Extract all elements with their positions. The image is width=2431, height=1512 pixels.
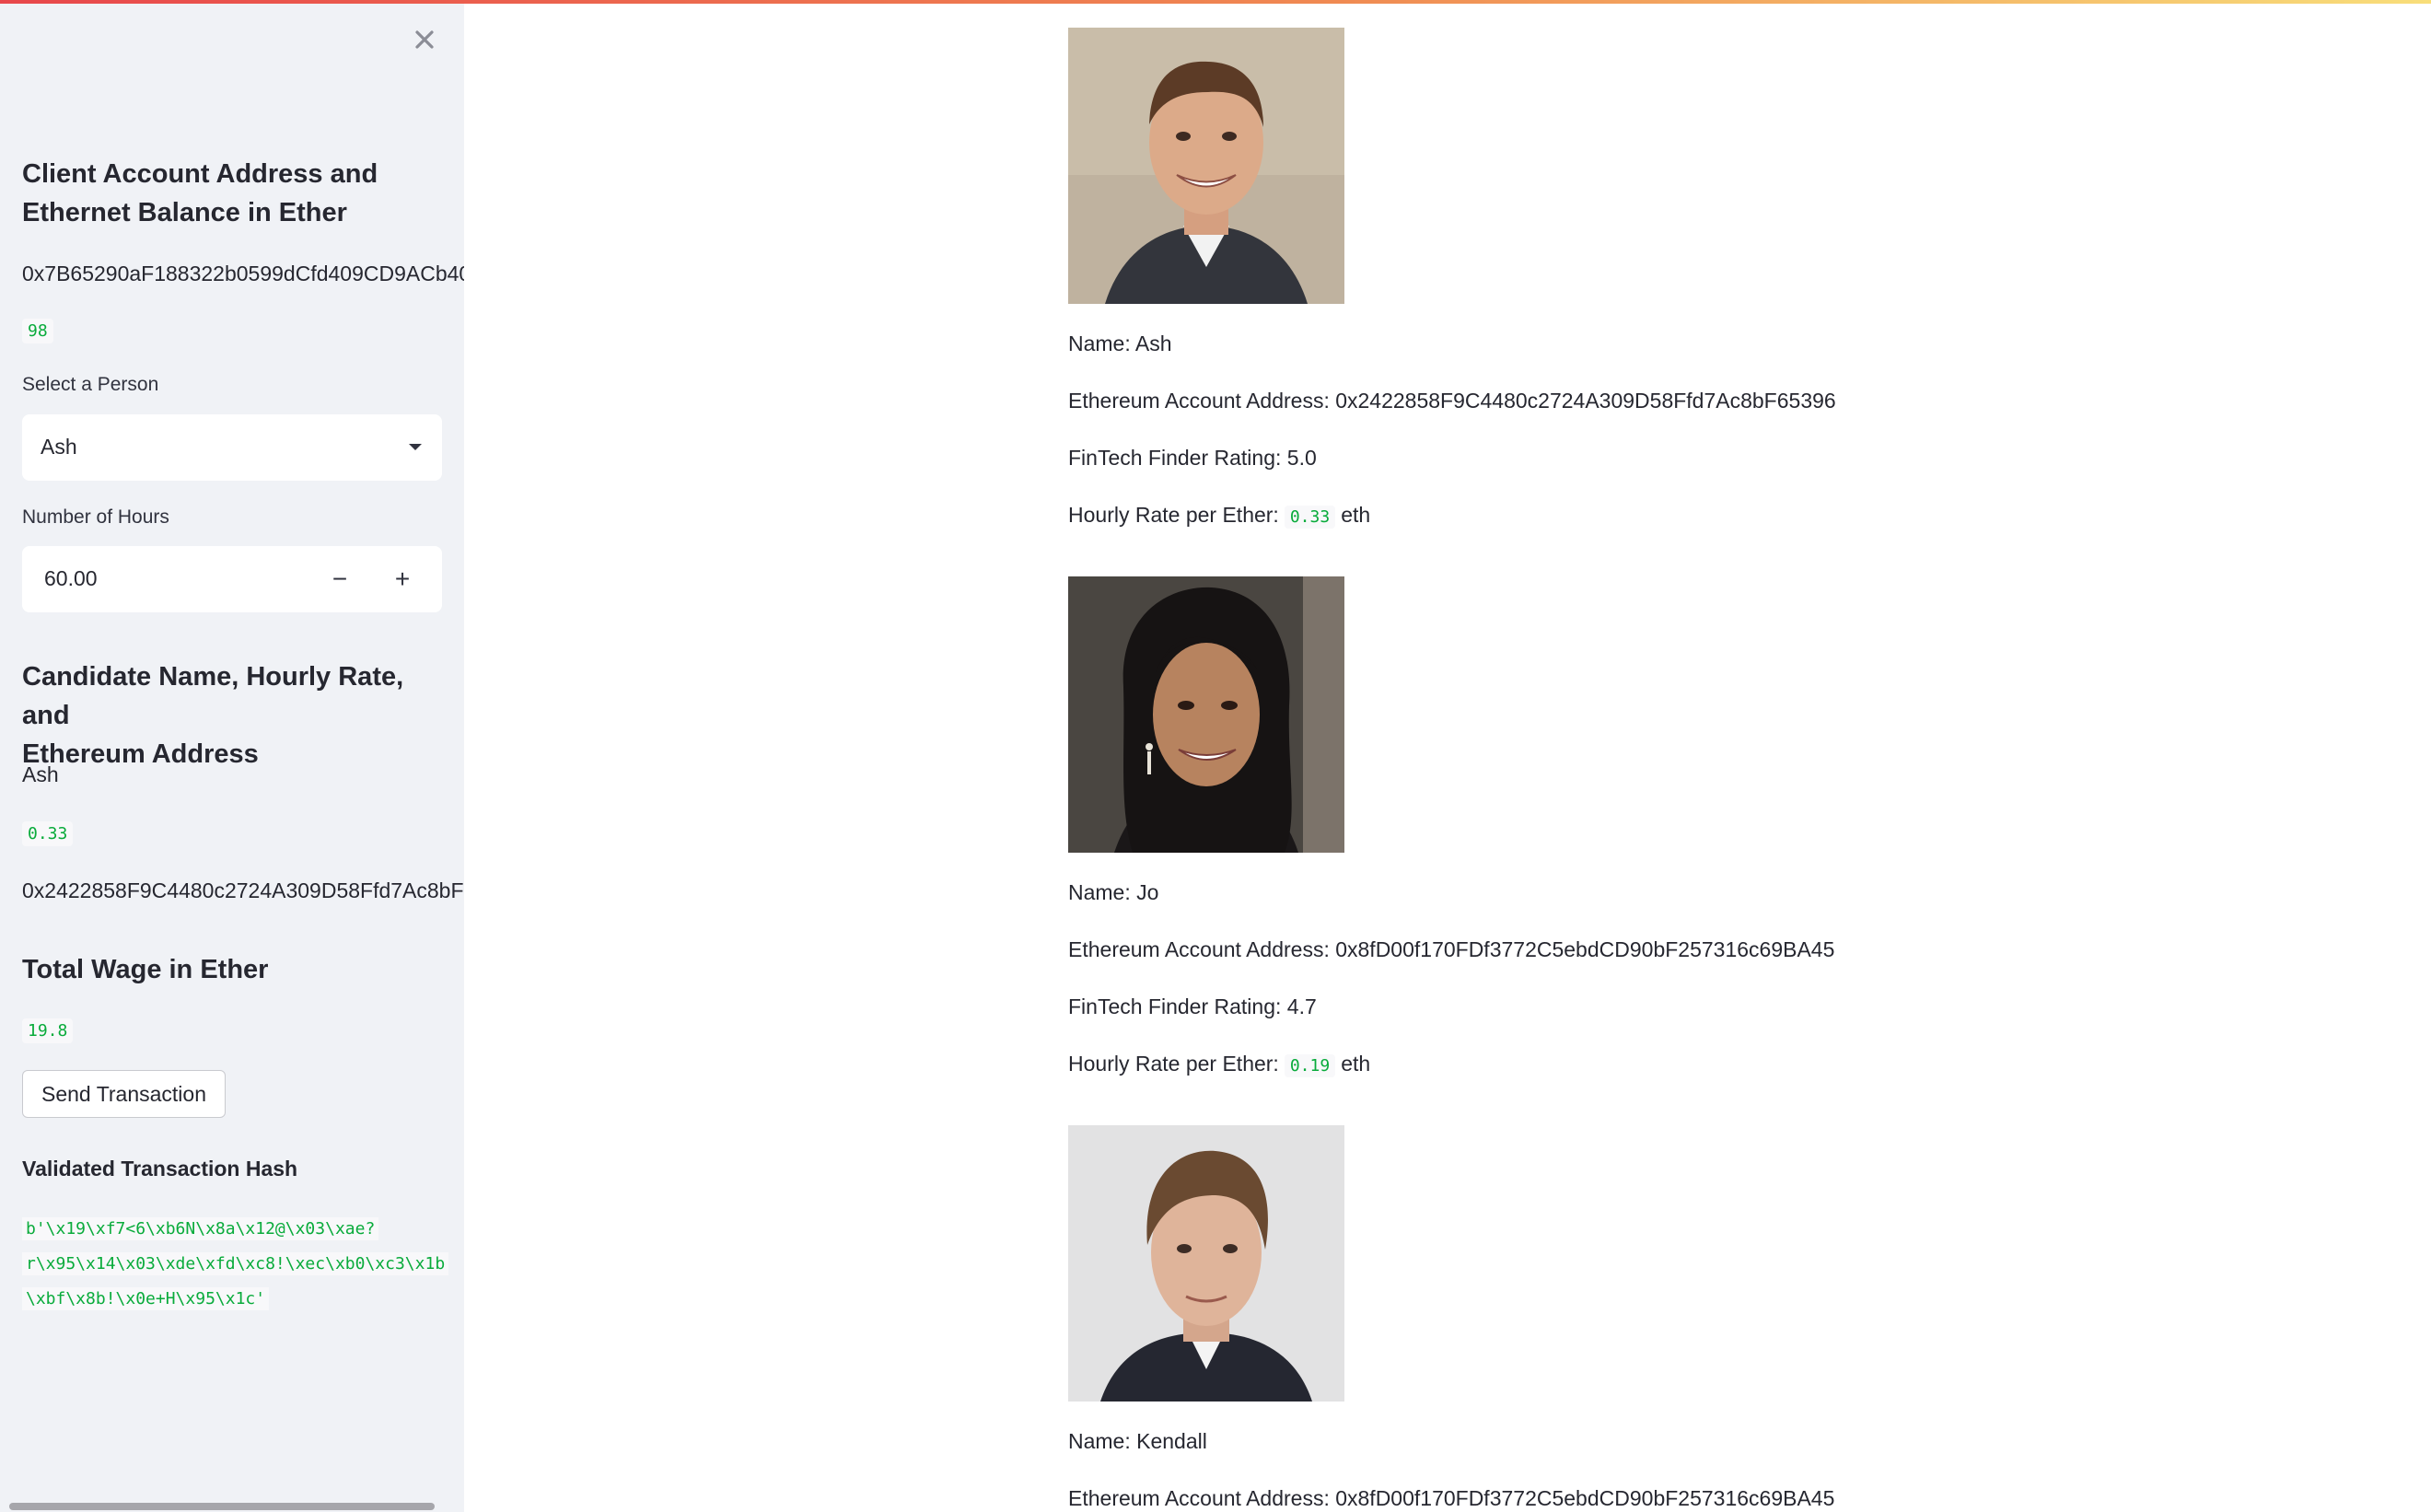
candidate-name: Name: Kendall xyxy=(1068,1429,1207,1453)
candidate-address: 0x2422858F9C4480c2724A309D58Ffd7Ac8bF653… xyxy=(22,878,464,902)
candidate-rating: FinTech Finder Rating: 5.0 xyxy=(1068,446,1317,470)
top-decoration-bar xyxy=(0,0,2431,4)
candidate-address: Ethereum Account Address: 0x8fD00f170FDf… xyxy=(1068,1486,1835,1510)
person-photo-icon xyxy=(1068,28,1344,304)
candidate-address: Ethereum Account Address: 0x2422858F9C44… xyxy=(1068,389,1836,413)
select-person-label: Select a Person xyxy=(22,374,159,395)
hours-input[interactable]: 60.00 xyxy=(44,566,98,591)
hash-line: \xbf\x8b!\x0e+H\x95\x1c' xyxy=(22,1287,270,1310)
increment-button[interactable]: + xyxy=(372,546,433,612)
candidate-heading: Candidate Name, Hourly Rate, and Ethereu… xyxy=(22,657,455,773)
hours-label: Number of Hours xyxy=(22,506,169,528)
sidebar: Client Account Address and Ethernet Bala… xyxy=(0,0,464,1512)
client-heading-line1: Client Account Address and xyxy=(22,159,378,189)
rate-prefix: Hourly Rate per Ether: xyxy=(1068,1052,1279,1076)
client-heading: Client Account Address and Ethernet Bala… xyxy=(22,155,455,232)
candidate-name: Name: Jo xyxy=(1068,880,1159,904)
person-photo-icon xyxy=(1068,1125,1344,1402)
candidate-hourly-rate: Hourly Rate per Ether: 0.33 eth xyxy=(1068,503,1371,529)
sidebar-scrollbar[interactable] xyxy=(9,1503,435,1510)
transaction-hash: b'\x19\xf7<6\xb6N\x8a\x12@\x03\xae? r\x9… xyxy=(22,1212,449,1317)
client-heading-line2: Ethernet Balance in Ether xyxy=(22,198,347,227)
hash-label: Validated Transaction Hash xyxy=(22,1157,298,1181)
candidate-address: Ethereum Account Address: 0x8fD00f170FDf… xyxy=(1068,937,1835,961)
candidate-name: Ash xyxy=(22,762,59,786)
main-content: Name: Ash Ethereum Account Address: 0x24… xyxy=(464,0,2431,1512)
send-transaction-button[interactable]: Send Transaction xyxy=(22,1070,227,1118)
candidate-rating: FinTech Finder Rating: 4.7 xyxy=(1068,994,1317,1018)
person-photo-icon xyxy=(1068,576,1344,853)
chevron-down-icon xyxy=(409,444,422,450)
rate-value: 0.33 xyxy=(1284,506,1336,529)
close-sidebar-button[interactable] xyxy=(409,24,440,55)
hash-line: r\x95\x14\x03\xde\xfd\xc8!\xec\xb0\xc3\x… xyxy=(22,1252,449,1275)
candidate-heading-line2: Ethereum Address xyxy=(22,739,259,769)
rate-suffix: eth xyxy=(1341,503,1371,527)
selected-person: Ash xyxy=(41,435,77,459)
hash-line: b'\x19\xf7<6\xb6N\x8a\x12@\x03\xae? xyxy=(22,1217,379,1240)
person-select[interactable]: Ash xyxy=(22,414,442,481)
candidate-hourly-rate: Hourly Rate per Ether: 0.19 eth xyxy=(1068,1052,1371,1077)
rate-prefix: Hourly Rate per Ether: xyxy=(1068,503,1279,527)
total-wage-heading: Total Wage in Ether xyxy=(22,955,269,984)
candidate-heading-line1: Candidate Name, Hourly Rate, and xyxy=(22,662,404,730)
candidate-name: Name: Ash xyxy=(1068,331,1172,355)
rate-suffix: eth xyxy=(1341,1052,1371,1076)
candidate-card: Name: Jo Ethereum Account Address: 0x8fD… xyxy=(1068,576,2173,1077)
decrement-button[interactable]: − xyxy=(309,546,370,612)
close-icon xyxy=(415,30,434,49)
candidate-rate: 0.33 xyxy=(22,821,74,846)
total-wage: 19.8 xyxy=(22,1018,74,1043)
client-balance: 98 xyxy=(22,319,53,343)
candidate-card: Name: Ash Ethereum Account Address: 0x24… xyxy=(1068,28,2173,529)
candidate-card: Name: Kendall Ethereum Account Address: … xyxy=(1068,1125,2173,1510)
client-address: 0x7B65290aF188322b0599dCfd409CD9ACb407B4 xyxy=(22,262,464,285)
hours-stepper: 60.00 − + xyxy=(22,546,442,612)
rate-value: 0.19 xyxy=(1284,1054,1336,1077)
